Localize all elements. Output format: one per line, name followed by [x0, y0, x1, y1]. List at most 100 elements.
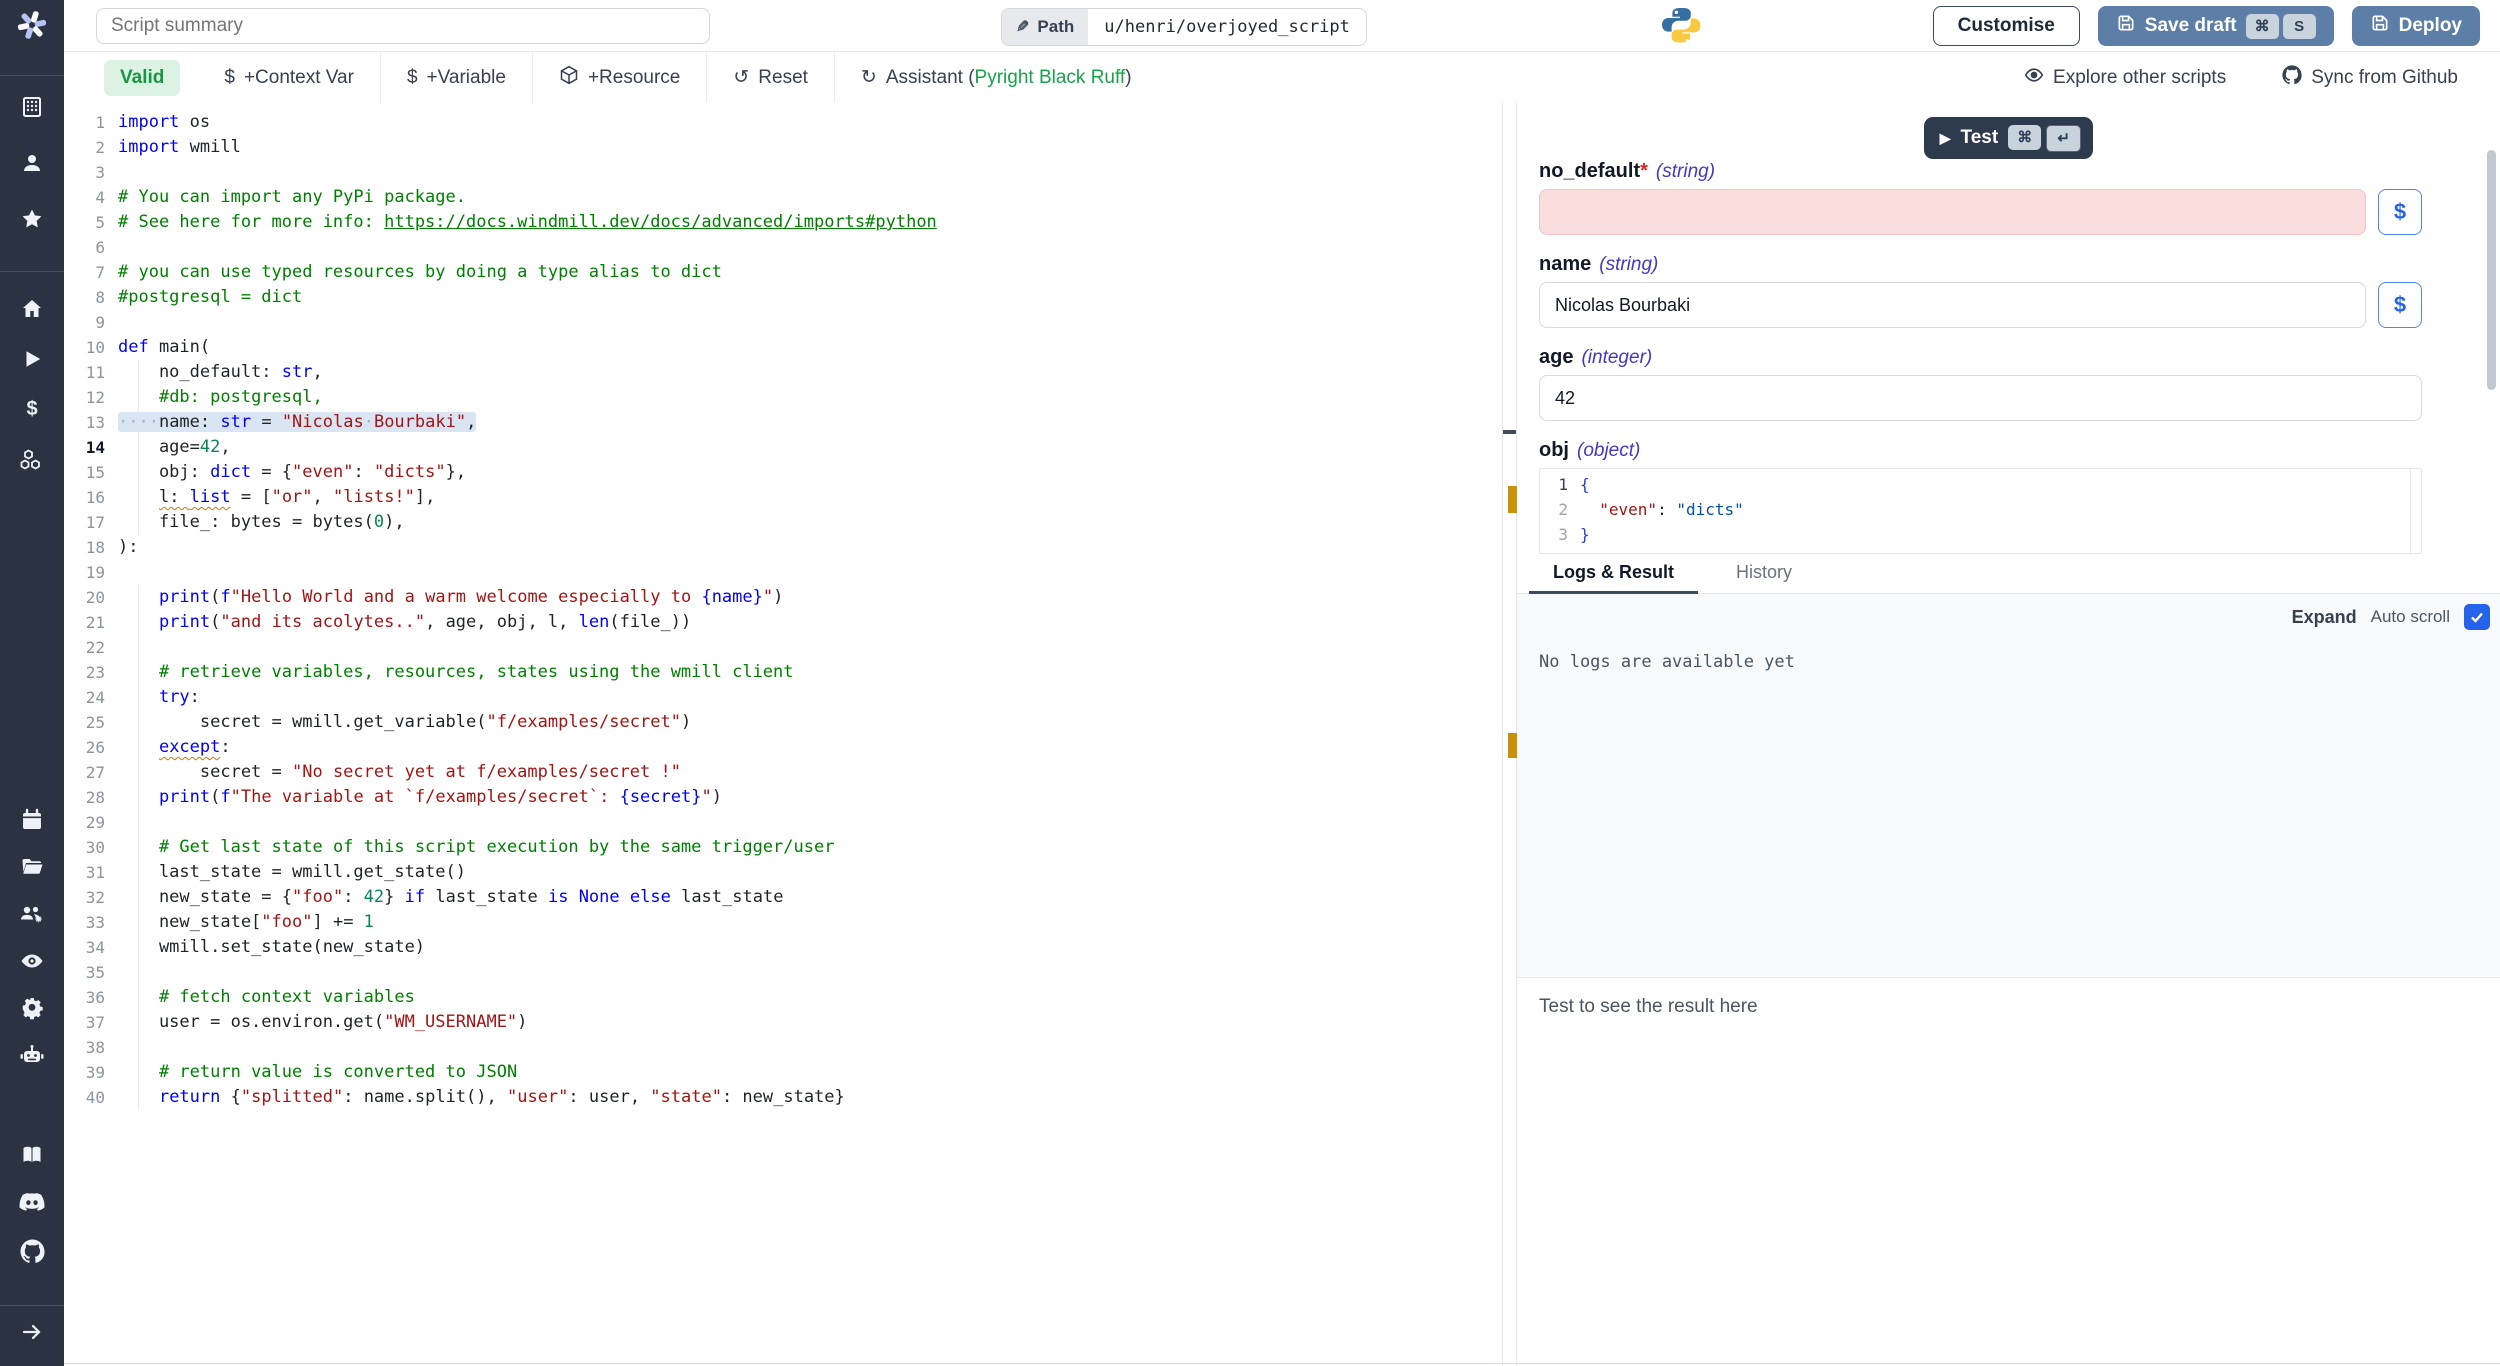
code-line[interactable]: wmill.set_state(new_state) — [118, 935, 1502, 960]
code-line[interactable]: def main( — [118, 335, 1502, 360]
code-line[interactable]: user = os.environ.get("WM_USERNAME") — [118, 1010, 1502, 1035]
code-line[interactable] — [118, 310, 1502, 335]
assistant-label: Assistant (Pyright Black Ruff) — [886, 67, 1132, 89]
code-line[interactable] — [118, 960, 1502, 985]
sidebar-divider — [0, 271, 64, 272]
insert-variable-button[interactable]: $ — [2378, 189, 2422, 235]
code-line[interactable]: age=42, — [118, 435, 1502, 460]
home-icon[interactable] — [12, 294, 52, 324]
gear-icon[interactable] — [12, 993, 52, 1023]
book-icon[interactable] — [12, 1140, 52, 1170]
script-summary-input[interactable] — [96, 8, 710, 44]
line-number: 34 — [64, 935, 118, 960]
line-number: 3 — [64, 160, 118, 185]
panel-scrollbar[interactable] — [2487, 150, 2496, 390]
json-line[interactable]: "even": "dicts" — [1580, 497, 1744, 522]
code-lines[interactable]: import osimport wmill # You can import an… — [118, 110, 1502, 1110]
building-icon[interactable] — [12, 92, 52, 122]
arrow-right-icon[interactable] — [12, 1317, 52, 1347]
tab-logs-result[interactable]: Logs & Result — [1529, 562, 1698, 593]
line-number: 11 — [64, 360, 118, 385]
autoscroll-checkbox[interactable] — [2464, 604, 2490, 630]
code-line[interactable]: secret = "No secret yet at f/examples/se… — [118, 760, 1502, 785]
field-input-age[interactable]: 42 — [1539, 375, 2422, 421]
code-line[interactable]: file_: bytes = bytes(0), — [118, 510, 1502, 535]
line-number: 1 — [1540, 472, 1580, 497]
splitter-drag-handle[interactable] — [1503, 430, 1516, 434]
code-line[interactable]: # retrieve variables, resources, states … — [118, 660, 1502, 685]
insert-variable-button[interactable]: $ — [2378, 282, 2422, 328]
reset-button[interactable]: ↺ Reset — [707, 66, 834, 89]
code-line[interactable]: #db: postgresql, — [118, 385, 1502, 410]
code-line[interactable]: # You can import any PyPi package. — [118, 185, 1502, 210]
test-button[interactable]: ▶ Test ⌘↵ — [1924, 117, 2093, 159]
path-badge[interactable]: ✎ Path u/henri/overjoyed_script — [1001, 8, 1367, 46]
code-line[interactable]: # you can use typed resources by doing a… — [118, 260, 1502, 285]
field-input-name[interactable]: Nicolas Bourbaki — [1539, 282, 2366, 328]
code-line[interactable]: import os — [118, 110, 1502, 135]
deploy-label: Deploy — [2399, 15, 2462, 37]
save-draft-button[interactable]: Save draft ⌘S — [2098, 6, 2334, 46]
code-line[interactable]: print("and its acolytes..", age, obj, l,… — [118, 610, 1502, 635]
calendar-icon[interactable] — [12, 805, 52, 835]
add-context-var-button[interactable]: $ +Context Var — [198, 67, 380, 89]
field-input-no_default[interactable] — [1539, 189, 2366, 235]
code-line[interactable]: try: — [118, 685, 1502, 710]
add-resource-button[interactable]: +Resource — [533, 65, 706, 91]
code-line[interactable] — [118, 235, 1502, 260]
tab-history[interactable]: History — [1712, 562, 1816, 593]
code-line[interactable]: print(f"Hello World and a warm welcome e… — [118, 585, 1502, 610]
cubes-icon[interactable] — [12, 444, 52, 474]
code-line[interactable]: # Get last state of this script executio… — [118, 835, 1502, 860]
code-line[interactable] — [118, 810, 1502, 835]
code-line[interactable]: print(f"The variable at `f/examples/secr… — [118, 785, 1502, 810]
code-line[interactable] — [118, 560, 1502, 585]
code-line[interactable] — [118, 160, 1502, 185]
code-line[interactable]: # fetch context variables — [118, 985, 1502, 1010]
code-line[interactable]: secret = wmill.get_variable("f/examples/… — [118, 710, 1502, 735]
code-line[interactable]: new_state["foo"] += 1 — [118, 910, 1502, 935]
star-icon[interactable] — [12, 204, 52, 234]
code-line[interactable]: import wmill — [118, 135, 1502, 160]
sync-from-github-button[interactable]: Sync from Github — [2282, 65, 2458, 91]
code-line[interactable]: new_state = {"foo": 42} if last_state is… — [118, 885, 1502, 910]
code-line[interactable]: l: list = ["or", "lists!"], — [118, 485, 1502, 510]
robot-icon[interactable] — [12, 1040, 52, 1070]
deploy-button[interactable]: Deploy — [2352, 6, 2480, 46]
add-variable-button[interactable]: $ +Variable — [381, 67, 532, 89]
eye-icon[interactable] — [12, 946, 52, 976]
code-line[interactable]: ): — [118, 535, 1502, 560]
code-line[interactable]: ····name: str = "Nicolas·Bourbaki", — [118, 410, 1502, 435]
code-line[interactable]: return {"splitted": name.split(), "user"… — [118, 1085, 1502, 1110]
code-line[interactable]: obj: dict = {"even": "dicts"}, — [118, 460, 1502, 485]
code-line[interactable]: # See here for more info: https://docs.w… — [118, 210, 1502, 235]
assistant-button[interactable]: ↻ Assistant (Pyright Black Ruff) — [835, 66, 1158, 89]
code-line[interactable] — [118, 1035, 1502, 1060]
code-line[interactable]: except: — [118, 735, 1502, 760]
discord-icon[interactable] — [12, 1188, 52, 1218]
windmill-logo-icon[interactable] — [0, 4, 64, 46]
team-icon[interactable] — [12, 899, 52, 929]
json-line[interactable]: { — [1580, 472, 1744, 497]
dollar-icon[interactable]: $ — [12, 394, 52, 424]
svg-text:$: $ — [26, 398, 37, 420]
panel-splitter[interactable] — [1502, 103, 1517, 1366]
customise-button[interactable]: Customise — [1933, 6, 2080, 46]
json-object-editor[interactable]: 123{ "even": "dicts"} — [1539, 468, 2422, 554]
explore-other-scripts-button[interactable]: Explore other scripts — [2024, 65, 2226, 91]
code-line[interactable]: last_state = wmill.get_state() — [118, 860, 1502, 885]
folder-icon[interactable] — [12, 852, 52, 882]
code-editor[interactable]: 1234567891011121314151617181920212223242… — [64, 103, 1502, 1366]
code-line[interactable]: no_default: str, — [118, 360, 1502, 385]
line-number: 10 — [64, 335, 118, 360]
code-line[interactable]: #postgresql = dict — [118, 285, 1502, 310]
code-line[interactable]: # return value is converted to JSON — [118, 1060, 1502, 1085]
play-icon[interactable] — [12, 344, 52, 374]
expand-button[interactable]: Expand — [2292, 607, 2357, 628]
field-label-row: name(string) — [1539, 253, 2422, 276]
code-line[interactable] — [118, 635, 1502, 660]
user-icon[interactable] — [12, 148, 52, 178]
github-icon[interactable] — [12, 1236, 52, 1266]
line-number: 13 — [64, 410, 118, 435]
json-line[interactable]: } — [1580, 522, 1744, 547]
